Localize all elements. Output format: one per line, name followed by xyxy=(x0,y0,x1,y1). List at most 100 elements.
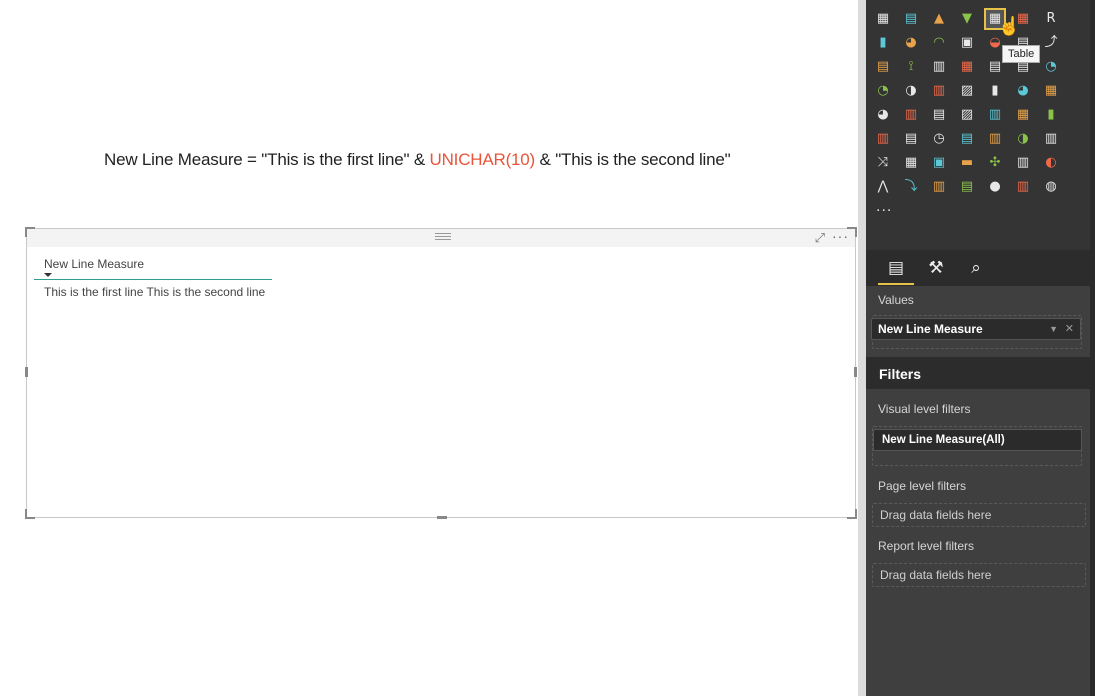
resize-handle-right[interactable] xyxy=(854,367,857,377)
visual-type-icon[interactable]: ◔ xyxy=(874,0,892,4)
visual-type-icon[interactable]: ◕ xyxy=(874,106,892,124)
values-field-name: New Line Measure xyxy=(878,322,983,336)
table-cell: This is the first line This is the secon… xyxy=(44,285,266,299)
visual-type-icon[interactable]: ▤ xyxy=(902,10,920,28)
page-level-drop-zone[interactable]: Drag data fields here xyxy=(872,503,1086,527)
visual-type-icon[interactable]: ▦ xyxy=(1014,106,1032,124)
tooltip: Table xyxy=(1002,45,1041,63)
header-underline xyxy=(34,279,272,280)
resize-handle-top-left[interactable] xyxy=(25,227,35,237)
panel-splitter[interactable] xyxy=(858,0,866,696)
visual-type-icon[interactable]: ▥ xyxy=(930,58,948,76)
visual-type-icon[interactable]: ▥ xyxy=(874,130,892,148)
visual-type-icon[interactable]: ⤵ xyxy=(902,178,920,196)
visual-level-filter-card[interactable]: New Line Measure(All) xyxy=(873,429,1082,451)
visual-type-icon[interactable]: ▤ xyxy=(874,58,892,76)
visual-type-icon[interactable]: ⟟ xyxy=(902,58,920,76)
visual-type-icon[interactable]: ▦ xyxy=(902,0,920,4)
formula-text: New Line Measure = "This is the first li… xyxy=(104,150,731,170)
visual-type-icon[interactable]: ◕ xyxy=(902,34,920,52)
filters-header: Filters xyxy=(866,357,1090,389)
formula-prefix: New Line Measure = "This is the first li… xyxy=(104,150,430,169)
visual-type-icon[interactable]: ▥ xyxy=(930,82,948,100)
focus-mode-icon[interactable]: ⤢ xyxy=(815,231,825,245)
more-visuals-icon[interactable]: ... xyxy=(876,198,892,216)
visual-type-icon[interactable]: ▦ xyxy=(958,58,976,76)
resize-handle-left[interactable] xyxy=(25,367,28,377)
visual-type-icon[interactable]: ▤ xyxy=(902,130,920,148)
table-visual[interactable]: ⤢ ··· New Line Measure This is the first… xyxy=(25,227,857,519)
visual-type-icon[interactable]: ◷ xyxy=(930,130,948,148)
visual-type-icon[interactable]: ▦ xyxy=(874,10,892,28)
sort-arrow-icon[interactable] xyxy=(44,273,52,277)
visual-type-icon[interactable]: ⋀ xyxy=(874,178,892,196)
visual-type-icon[interactable]: ▣ xyxy=(958,34,976,52)
page-level-filters-label: Page level filters xyxy=(878,479,967,493)
visual-type-icon[interactable]: ▬ xyxy=(958,154,976,172)
visual-type-icon[interactable]: ◘ xyxy=(1070,0,1088,4)
visualizations-panel: ◔▦◑▣▥▤◒◘▦▤▲▼▦▦R▮◕◠▣◒▤⤴▤⟟▥▦▤▤◔◔◑▥▨▮◕▦◕▥▤▨… xyxy=(866,0,1095,696)
column-header[interactable]: New Line Measure xyxy=(44,257,144,271)
analytics-icon[interactable]: ⌕ xyxy=(964,256,988,280)
visual-type-icon[interactable]: ▤ xyxy=(930,106,948,124)
visual-type-icon[interactable]: ▥ xyxy=(986,0,1004,4)
visual-type-icon[interactable]: R xyxy=(1042,10,1060,28)
visual-level-filter-text: New Line Measure(All) xyxy=(882,434,1005,446)
fields-icon[interactable]: ▤ xyxy=(884,256,908,280)
visual-type-icon[interactable]: ⤴ xyxy=(1042,34,1060,52)
visual-type-icon[interactable]: ◔ xyxy=(874,82,892,100)
resize-handle-top-right[interactable] xyxy=(847,227,857,237)
formula-function: UNICHAR(10) xyxy=(429,150,536,169)
visual-type-icon[interactable]: ▥ xyxy=(902,106,920,124)
visual-type-icon[interactable]: ▣ xyxy=(958,0,976,4)
visual-type-icon[interactable]: ◑ xyxy=(1014,130,1032,148)
visual-type-icon[interactable]: ◍ xyxy=(1042,178,1060,196)
visual-type-icon[interactable]: ◔ xyxy=(1042,58,1060,76)
resize-handle-bottom[interactable] xyxy=(437,516,447,519)
visual-type-icon[interactable]: ▲ xyxy=(930,10,948,28)
visual-type-icon[interactable]: ▨ xyxy=(958,82,976,100)
visual-type-icon[interactable]: ▦ xyxy=(1042,82,1060,100)
visual-type-icon[interactable]: ▤ xyxy=(958,178,976,196)
visual-type-icon[interactable]: ▤ xyxy=(958,130,976,148)
visual-type-icon[interactable]: ▮ xyxy=(986,82,1004,100)
formula-suffix: & "This is the second line" xyxy=(535,150,731,169)
visual-type-icon[interactable]: ▨ xyxy=(958,106,976,124)
report-level-filters-label: Report level filters xyxy=(878,539,975,553)
visual-type-icon[interactable]: ◠ xyxy=(930,34,948,52)
visual-type-icon[interactable]: ▣ xyxy=(930,154,948,172)
remove-field-icon[interactable]: ✕ xyxy=(1065,319,1074,339)
drag-grip-icon[interactable] xyxy=(435,233,451,240)
visual-type-icon[interactable]: ◑ xyxy=(930,0,948,4)
visual-type-icon[interactable]: ✣ xyxy=(986,154,1004,172)
resize-handle-bottom-left[interactable] xyxy=(25,509,35,519)
visual-level-filters-label: Visual level filters xyxy=(878,402,971,416)
chevron-down-icon[interactable]: ▼ xyxy=(1049,319,1058,339)
visual-type-icon[interactable]: ▤ xyxy=(1014,0,1032,4)
visual-type-icon[interactable]: ◐ xyxy=(1042,154,1060,172)
report-canvas: New Line Measure = "This is the first li… xyxy=(0,0,858,696)
panel-scrollbar[interactable] xyxy=(1090,0,1095,696)
visual-type-icon[interactable]: ◒ xyxy=(1042,0,1060,4)
active-tab-indicator xyxy=(878,283,914,285)
visual-type-icon[interactable]: ▥ xyxy=(986,106,1004,124)
visual-type-icon[interactable]: ◑ xyxy=(902,82,920,100)
hand-cursor-icon: ☝ xyxy=(998,16,1021,36)
visual-type-icon[interactable]: ▮ xyxy=(874,34,892,52)
visual-type-icon[interactable]: ▦ xyxy=(902,154,920,172)
visual-type-icon[interactable]: ▥ xyxy=(1014,178,1032,196)
report-level-drop-zone[interactable]: Drag data fields here xyxy=(872,563,1086,587)
visual-type-icon[interactable]: ▥ xyxy=(1014,154,1032,172)
resize-handle-bottom-right[interactable] xyxy=(847,509,857,519)
visual-type-icon[interactable]: ▥ xyxy=(1042,130,1060,148)
visual-type-icon[interactable]: ● xyxy=(986,178,1004,196)
visual-type-icon[interactable]: ⤨ xyxy=(874,154,892,172)
visual-type-icon[interactable]: ▮ xyxy=(1042,106,1060,124)
visual-type-icon[interactable]: ▥ xyxy=(986,130,1004,148)
values-label: Values xyxy=(878,293,914,307)
visual-type-icon[interactable]: ◕ xyxy=(1014,82,1032,100)
paint-roller-icon[interactable]: ⚒ xyxy=(924,256,948,280)
visual-type-icon[interactable]: ▼ xyxy=(958,10,976,28)
values-field-chip[interactable]: New Line Measure ▼ ✕ xyxy=(871,318,1081,340)
visual-type-icon[interactable]: ▥ xyxy=(930,178,948,196)
